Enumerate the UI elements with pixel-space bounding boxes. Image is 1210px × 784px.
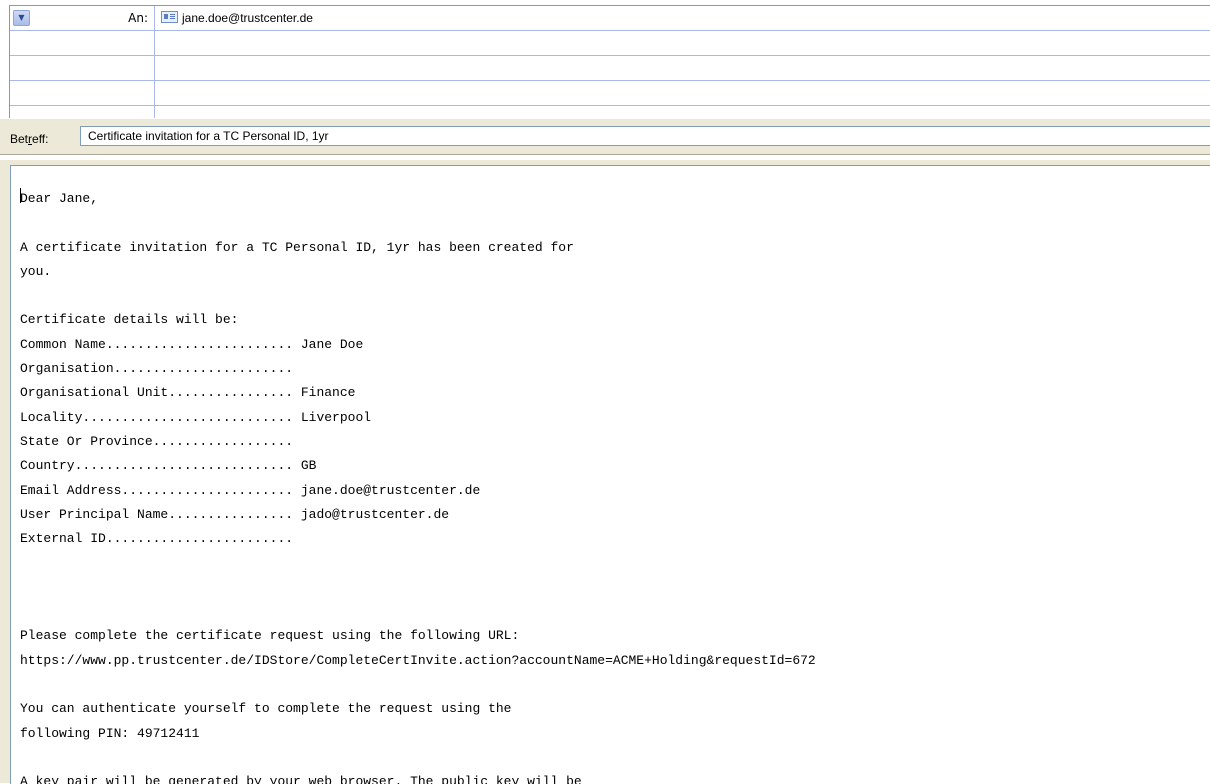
recipient-type-cell bbox=[10, 81, 155, 105]
recipient-row-empty[interactable] bbox=[10, 31, 1210, 56]
body-line: Country............................ GB bbox=[20, 458, 317, 474]
recipient-type-cell: ▼ An: bbox=[10, 6, 155, 30]
body-line: Dear Jane, bbox=[20, 191, 99, 206]
recipient-address[interactable]: jane.doe@trustcenter.de bbox=[161, 10, 313, 26]
body-line: Please complete the certificate request … bbox=[20, 628, 520, 644]
recipient-row[interactable]: ▼ An: jane.doe@trustcenter.de bbox=[10, 6, 1210, 31]
body-line: Organisation....................... bbox=[20, 361, 294, 377]
recipient-row-empty[interactable] bbox=[10, 81, 1210, 106]
body-line: Certificate details will be: bbox=[20, 312, 239, 328]
subject-label-part: eff: bbox=[32, 132, 49, 146]
body-line: You can authenticate yourself to complet… bbox=[20, 701, 512, 717]
body-line: https://www.pp.trustcenter.de/IDStore/Co… bbox=[20, 652, 816, 668]
subject-label: Betreff: bbox=[10, 132, 48, 146]
chevron-down-icon[interactable]: ▼ bbox=[13, 10, 30, 26]
subject-label-part: Bet bbox=[10, 132, 29, 146]
recipient-type-dropdown[interactable]: ▼ An: bbox=[13, 10, 151, 26]
body-line: User Principal Name................ jado… bbox=[20, 506, 450, 522]
body-line: Organisational Unit................ Fina… bbox=[20, 385, 356, 401]
recipient-type-cell bbox=[10, 106, 155, 118]
recipient-list: ▼ An: jane.doe@trustcenter.de bbox=[9, 5, 1210, 118]
body-line: Locality........................... Live… bbox=[20, 409, 372, 425]
recipient-type-cell bbox=[10, 56, 155, 80]
body-line: Common Name........................ Jane… bbox=[20, 336, 364, 352]
subject-bar: Betreff: Certificate invitation for a TC… bbox=[0, 119, 1210, 155]
recipient-row-empty[interactable] bbox=[10, 56, 1210, 81]
address-card-icon bbox=[161, 11, 178, 23]
message-body-text: Dear Jane, A certificate invitation for … bbox=[20, 187, 816, 784]
recipient-type-label: An: bbox=[128, 11, 148, 25]
body-line: State Or Province.................. bbox=[20, 433, 294, 449]
message-body-frame: Dear Jane, A certificate invitation for … bbox=[0, 160, 1210, 784]
message-body-editor[interactable]: Dear Jane, A certificate invitation for … bbox=[10, 165, 1210, 784]
body-line: you. bbox=[20, 263, 52, 279]
body-line: A certificate invitation for a TC Person… bbox=[20, 239, 574, 255]
subject-input[interactable]: Certificate invitation for a TC Personal… bbox=[80, 126, 1210, 146]
recipient-address-text: jane.doe@trustcenter.de bbox=[182, 11, 313, 25]
recipient-row-empty[interactable] bbox=[10, 106, 1210, 118]
body-line: External ID........................ bbox=[20, 531, 294, 547]
recipient-type-cell bbox=[10, 31, 155, 55]
body-line: Email Address...................... jane… bbox=[20, 482, 481, 498]
body-line: following PIN: 49712411 bbox=[20, 725, 200, 741]
